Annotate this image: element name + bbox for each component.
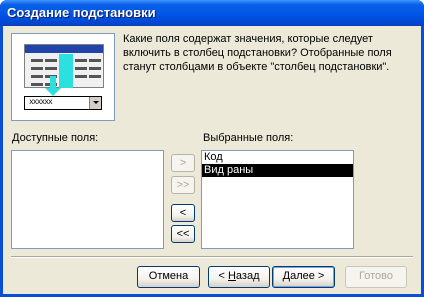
remove-field-button[interactable]: < — [171, 204, 195, 222]
finish-button[interactable]: Готово — [345, 266, 407, 288]
add-field-button[interactable]: > — [171, 154, 195, 172]
window-title: Создание подстановки — [7, 5, 156, 20]
selected-fields-list[interactable]: Код Вид раны — [201, 150, 354, 249]
available-fields-list[interactable] — [11, 150, 164, 249]
available-fields-label: Доступные поля: — [12, 132, 99, 144]
title-bar[interactable]: Создание подстановки — [0, 0, 424, 26]
cancel-button[interactable]: Отмена — [137, 266, 200, 288]
add-all-fields-button[interactable]: >> — [171, 176, 195, 194]
selected-fields-label: Выбранные поля: — [203, 132, 294, 144]
list-item-selected[interactable]: Вид раны — [202, 164, 353, 177]
list-item[interactable]: Код — [202, 151, 353, 164]
remove-all-fields-button[interactable]: << — [171, 225, 195, 243]
chevron-down-icon — [89, 97, 101, 109]
instruction-text: Какие поля содержат значения, которые сл… — [123, 33, 392, 73]
lookup-illustration-icon: xxxxxx — [11, 33, 115, 121]
dialog-body: xxxxxx Какие поля содержат значения, кот… — [3, 26, 421, 294]
combo-graphic: xxxxxx — [24, 96, 102, 110]
next-button[interactable]: Далее > — [272, 266, 335, 288]
back-button[interactable]: < Назад — [208, 266, 270, 288]
separator — [11, 256, 413, 258]
highlighted-column — [59, 54, 73, 88]
wizard-window: Создание подстановки xxxxxx Какие поля с… — [0, 0, 424, 297]
table-grid-graphic — [24, 44, 104, 88]
